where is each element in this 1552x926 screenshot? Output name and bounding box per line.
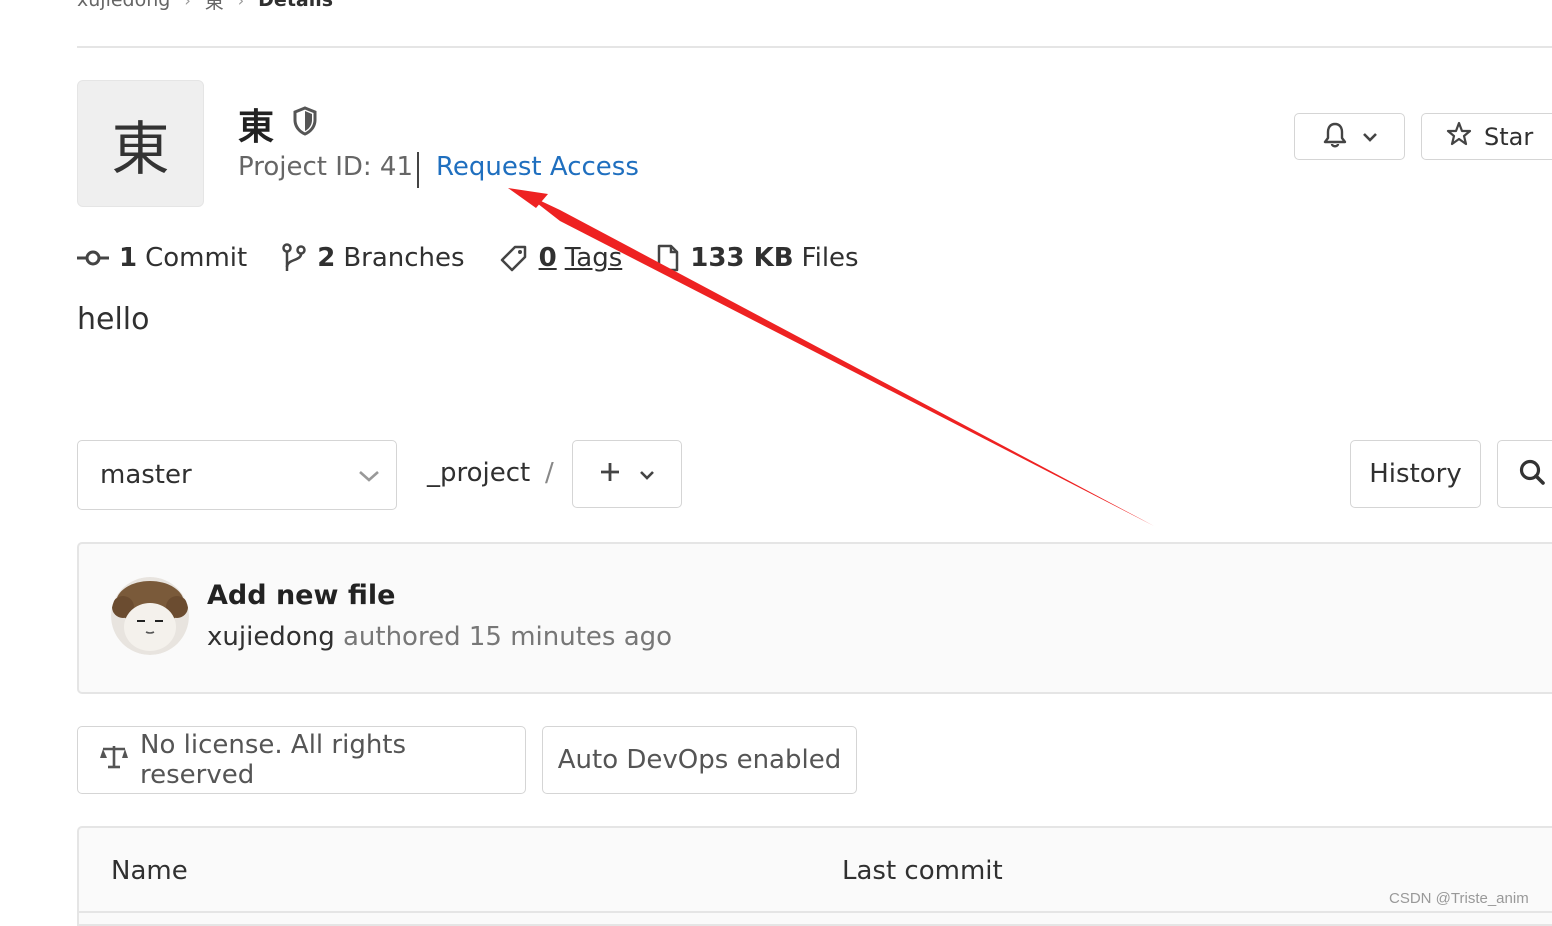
branch-icon [282, 243, 306, 271]
divider [77, 911, 1552, 913]
star-button[interactable]: Star [1421, 113, 1552, 160]
project-name: 東 [238, 107, 275, 148]
commit-meta: xujiedong authored 15 minutes ago [207, 622, 672, 652]
branch-selector[interactable]: master [77, 440, 397, 510]
breadcrumb: xujiedong › 東 › Details [77, 0, 333, 14]
branch-name: master [100, 460, 192, 490]
commit-time: authored 15 minutes ago [342, 622, 673, 652]
divider [417, 152, 419, 188]
avatar[interactable] [111, 577, 189, 655]
chevron-down-icon [1362, 127, 1378, 146]
tag-icon [500, 245, 526, 272]
plus-icon [599, 461, 621, 487]
chevron-down-icon [639, 465, 655, 484]
breadcrumb-user[interactable]: xujiedong [77, 0, 170, 11]
project-stats: 1 Commit 2 Branches 0 Tags 133 KB Files [77, 238, 893, 278]
find-file-button[interactable] [1497, 440, 1552, 508]
breadcrumb-current[interactable]: Details [258, 0, 333, 11]
star-label: Star [1484, 122, 1534, 151]
license-badge[interactable]: No license. All rights reserved [77, 726, 526, 794]
stat-commits[interactable]: 1 Commit [77, 243, 247, 273]
project-description: hello [77, 302, 150, 337]
search-icon [1518, 458, 1546, 490]
stat-tags[interactable]: 0 Tags [499, 243, 622, 273]
project-title: 東 [238, 98, 318, 150]
divider [77, 46, 1552, 48]
breadcrumb-project[interactable]: 東 [205, 0, 224, 14]
stat-branches[interactable]: 2 Branches [281, 243, 465, 273]
column-header-name: Name [111, 856, 188, 886]
watermark: CSDN @Triste_anim [1389, 890, 1529, 907]
arrow-head [508, 188, 548, 208]
file-icon [658, 244, 679, 272]
column-header-last-commit: Last commit [842, 856, 1003, 886]
commit-title[interactable]: Add new file [207, 580, 395, 611]
bell-icon [1322, 121, 1348, 153]
last-commit-panel [77, 542, 1552, 694]
scale-icon [100, 744, 128, 777]
chevron-right-icon: › [184, 0, 191, 10]
stat-files[interactable]: 133 KB Files [656, 243, 859, 273]
project-avatar: 東 [77, 80, 204, 207]
add-file-dropdown-button[interactable] [572, 440, 682, 508]
license-label: No license. All rights reserved [140, 730, 407, 790]
project-id: Project ID: 41 [238, 152, 414, 182]
commit-author[interactable]: xujiedong [207, 622, 335, 652]
chevron-down-icon [358, 460, 380, 490]
shield-icon [292, 104, 318, 145]
request-access-link[interactable]: Request Access [436, 152, 639, 182]
auto-devops-badge[interactable]: Auto DevOps enabled [542, 726, 857, 794]
chevron-right-icon: › [237, 0, 245, 10]
notification-dropdown-button[interactable] [1294, 113, 1405, 160]
commit-icon [77, 250, 109, 266]
path-separator: / [545, 458, 554, 488]
star-icon [1446, 121, 1472, 153]
history-button[interactable]: History [1350, 440, 1481, 508]
path-project-link[interactable]: _project [427, 458, 530, 488]
